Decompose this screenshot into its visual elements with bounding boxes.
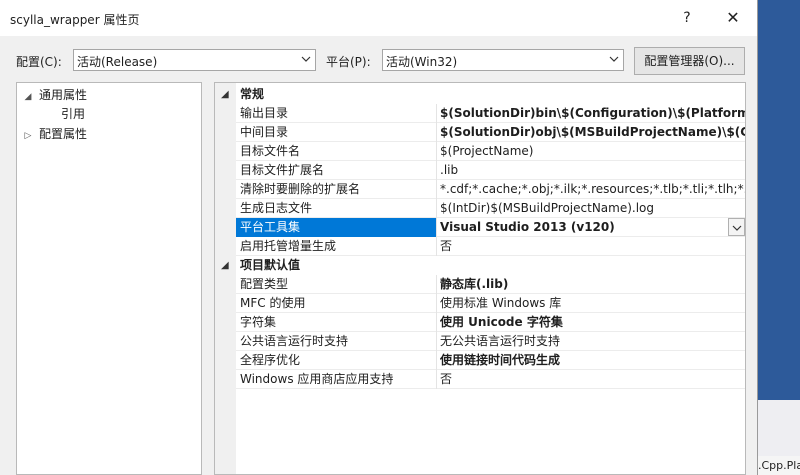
- background-app-panel: [756, 0, 800, 400]
- property-value[interactable]: 使用 Unicode 字符集: [440, 313, 745, 332]
- property-row-managed-incremental-build[interactable]: 启用托管增量生成 否: [236, 237, 745, 256]
- property-name: MFC 的使用: [240, 296, 306, 310]
- property-tree: ◢ 通用属性 引用 ▷ 配置属性: [16, 82, 202, 475]
- property-name: 中间目录: [240, 125, 289, 139]
- configuration-manager-button[interactable]: 配置管理器(O)...: [634, 47, 745, 75]
- property-row-character-set[interactable]: 字符集 使用 Unicode 字符集: [236, 313, 745, 332]
- configuration-select-value: 活动(Release): [77, 55, 158, 69]
- expanded-triangle-icon[interactable]: ◢: [23, 88, 33, 106]
- platform-label: 平台(P):: [326, 55, 371, 69]
- property-name: 清除时要删除的扩展名: [240, 182, 361, 196]
- property-value[interactable]: *.cdf;*.cache;*.obj;*.ilk;*.resources;*.…: [440, 180, 745, 199]
- property-row-intermediate-directory[interactable]: 中间目录 $(SolutionDir)obj\$(MSBuildProjectN…: [236, 123, 745, 142]
- property-value[interactable]: 否: [440, 237, 745, 256]
- close-button[interactable]: ✕: [710, 0, 756, 36]
- tree-item-references[interactable]: 引用: [61, 105, 85, 123]
- grid-gutter: [215, 83, 236, 474]
- property-value[interactable]: Visual Studio 2013 (v120): [440, 218, 745, 237]
- property-name: 字符集: [240, 315, 277, 329]
- property-name: 公共语言运行时支持: [240, 334, 349, 348]
- property-value[interactable]: $(SolutionDir)bin\$(Configuration)\$(Pla…: [440, 104, 745, 123]
- property-value[interactable]: 否: [440, 370, 745, 389]
- property-value[interactable]: 使用链接时间代码生成: [440, 351, 745, 370]
- toolset-dropdown-button[interactable]: [728, 218, 745, 236]
- property-row-windows-store-app-support[interactable]: Windows 应用商店应用支持 否: [236, 370, 745, 389]
- property-name: Windows 应用商店应用支持: [240, 372, 394, 386]
- property-name: 目标文件名: [240, 144, 301, 158]
- property-row-build-log-file[interactable]: 生成日志文件 $(IntDir)$(MSBuildProjectName).lo…: [236, 199, 745, 218]
- tree-item-configuration-properties[interactable]: ▷ 配置属性: [23, 125, 87, 143]
- tree-item-label: 引用: [61, 107, 86, 121]
- section-project-defaults[interactable]: ◢ 项目默认值: [215, 256, 745, 275]
- property-row-configuration-type[interactable]: 配置类型 静态库(.lib): [236, 275, 745, 294]
- property-name: 生成日志文件: [240, 201, 313, 215]
- property-row-clean-extensions[interactable]: 清除时要删除的扩展名 *.cdf;*.cache;*.obj;*.ilk;*.r…: [236, 180, 745, 199]
- property-row-clr-support[interactable]: 公共语言运行时支持 无公共语言运行时支持: [236, 332, 745, 351]
- section-general[interactable]: ◢ 常规: [215, 85, 745, 104]
- platform-select[interactable]: 活动(Win32): [382, 49, 624, 71]
- background-tab[interactable]: .Cpp.Pla: [758, 456, 800, 475]
- section-title: 项目默认值: [240, 258, 301, 272]
- property-value[interactable]: 无公共语言运行时支持: [440, 332, 745, 351]
- configuration-select[interactable]: 活动(Release): [73, 49, 316, 71]
- property-value[interactable]: .lib: [440, 161, 745, 180]
- property-value[interactable]: $(SolutionDir)obj\$(MSBuildProjectName)\…: [440, 123, 745, 142]
- chevron-down-icon: [301, 56, 311, 62]
- tree-item-label: 通用属性: [39, 88, 88, 102]
- tree-item-common-properties[interactable]: ◢ 通用属性: [23, 86, 87, 104]
- section-title: 常规: [240, 87, 265, 101]
- property-name: 目标文件扩展名: [240, 163, 325, 177]
- property-value[interactable]: $(ProjectName): [440, 142, 745, 161]
- expanded-triangle-icon[interactable]: ◢: [221, 85, 229, 104]
- chevron-down-icon: [732, 225, 742, 231]
- property-row-target-extension[interactable]: 目标文件扩展名 .lib: [236, 161, 745, 180]
- property-name: 启用托管增量生成: [240, 239, 337, 253]
- chevron-down-icon: [609, 56, 619, 62]
- property-grid: ◢ 常规 输出目录 $(SolutionDir)bin\$(Configurat…: [214, 82, 746, 475]
- platform-select-value: 活动(Win32): [386, 55, 458, 69]
- collapsed-triangle-icon[interactable]: ▷: [23, 127, 33, 145]
- property-name: 配置类型: [240, 277, 289, 291]
- property-pages-dialog: scylla_wrapper 属性页 ? ✕ 配置(C): 活动(Release…: [0, 0, 758, 475]
- property-name: 输出目录: [240, 106, 289, 120]
- property-name: 全程序优化: [240, 353, 301, 367]
- property-row-platform-toolset[interactable]: 平台工具集 Visual Studio 2013 (v120): [236, 218, 745, 237]
- expanded-triangle-icon[interactable]: ◢: [221, 256, 229, 275]
- property-value[interactable]: 静态库(.lib): [440, 275, 745, 294]
- property-name: 平台工具集: [236, 218, 436, 237]
- window-title: scylla_wrapper 属性页: [10, 13, 140, 27]
- property-row-output-directory[interactable]: 输出目录 $(SolutionDir)bin\$(Configuration)\…: [236, 104, 745, 123]
- property-value[interactable]: $(IntDir)$(MSBuildProjectName).log: [440, 199, 745, 218]
- property-row-target-name[interactable]: 目标文件名 $(ProjectName): [236, 142, 745, 161]
- tree-item-label: 配置属性: [39, 127, 88, 141]
- help-button[interactable]: ?: [664, 0, 710, 36]
- property-value[interactable]: 使用标准 Windows 库: [440, 294, 745, 313]
- property-row-use-of-mfc[interactable]: MFC 的使用 使用标准 Windows 库: [236, 294, 745, 313]
- title-bar: scylla_wrapper 属性页 ? ✕: [0, 0, 757, 36]
- configuration-label: 配置(C):: [16, 55, 62, 69]
- property-row-whole-program-optimization[interactable]: 全程序优化 使用链接时间代码生成: [236, 351, 745, 370]
